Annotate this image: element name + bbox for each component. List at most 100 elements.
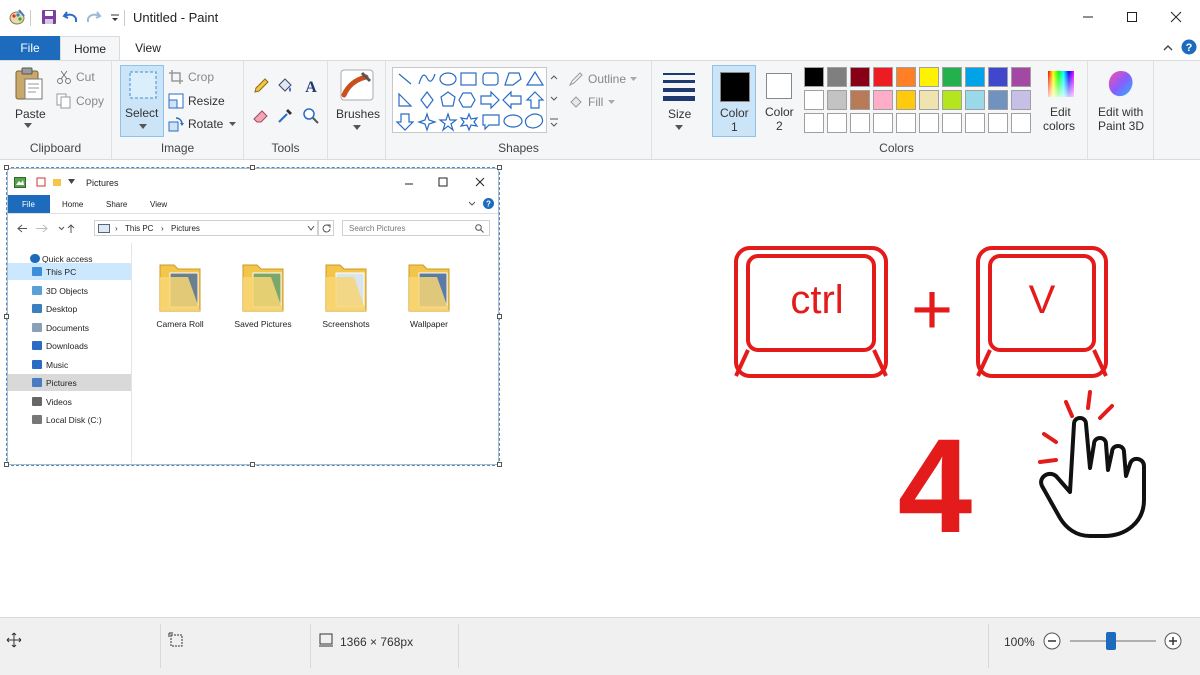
palette-swatch-empty[interactable] <box>919 113 939 133</box>
palette-swatch[interactable] <box>988 67 1008 87</box>
copy-icon <box>56 93 71 109</box>
maximize-button[interactable] <box>1120 8 1144 28</box>
palette-swatch-empty[interactable] <box>942 113 962 133</box>
zoom-in-icon[interactable] <box>1164 632 1182 650</box>
line-size-icon <box>663 73 695 101</box>
copy-button[interactable]: Copy <box>56 93 108 111</box>
color1-swatch <box>720 72 750 102</box>
palette-swatch-empty[interactable] <box>988 113 1008 133</box>
palette-swatch[interactable] <box>896 90 916 110</box>
tab-file[interactable]: File <box>0 36 60 60</box>
palette-swatch[interactable] <box>965 90 985 110</box>
palette-swatch-empty[interactable] <box>873 113 893 133</box>
customize-quick-access-icon[interactable] <box>106 8 124 26</box>
palette-swatch[interactable] <box>988 90 1008 110</box>
resize-handle-right[interactable] <box>497 314 502 319</box>
select-button[interactable]: Select <box>120 65 164 137</box>
help-icon[interactable]: ? <box>1181 39 1197 55</box>
palette-swatch[interactable] <box>804 90 824 110</box>
palette-swatch[interactable] <box>919 67 939 87</box>
paste-dropdown-icon[interactable] <box>24 123 32 129</box>
color1-button[interactable]: Color 1 <box>712 65 756 137</box>
outline-button[interactable]: Outline <box>568 71 648 89</box>
brushes-button[interactable]: Brushes <box>332 65 382 137</box>
palette-swatch[interactable] <box>896 67 916 87</box>
undo-icon[interactable] <box>62 8 80 26</box>
palette-swatch-empty[interactable] <box>896 113 916 133</box>
color2-swatch <box>766 73 792 99</box>
paint3d-group: Edit with Paint 3D <box>1088 61 1154 159</box>
fill-bucket-icon[interactable] <box>276 77 294 95</box>
copy-label: Copy <box>76 94 105 108</box>
palette-swatch[interactable] <box>942 67 962 87</box>
tab-home[interactable]: Home <box>60 36 120 60</box>
close-button[interactable] <box>1164 8 1188 28</box>
text-icon[interactable]: A <box>302 77 320 95</box>
zoom-slider-thumb[interactable] <box>1106 632 1116 650</box>
palette-swatch-empty[interactable] <box>850 113 870 133</box>
edit-with-paint3d-button[interactable]: Edit with Paint 3D <box>1092 65 1152 137</box>
palette-swatch[interactable] <box>1011 67 1031 87</box>
tools-group: A Tools <box>244 61 328 159</box>
palette-swatch[interactable] <box>827 90 847 110</box>
palette-swatch[interactable] <box>942 90 962 110</box>
magnifier-icon[interactable] <box>302 107 320 125</box>
rotate-button[interactable]: Rotate <box>168 116 240 134</box>
fill-button[interactable]: Fill <box>568 94 648 112</box>
palette-swatch-empty[interactable] <box>827 113 847 133</box>
resize-handle-bottom-right[interactable] <box>497 462 502 467</box>
edit-colors-label: Edit <box>1050 105 1071 119</box>
palette-swatch[interactable] <box>873 90 893 110</box>
palette-swatch[interactable] <box>850 67 870 87</box>
resize-handle-bottom-left[interactable] <box>4 462 9 467</box>
image-group: Select Crop Resize Rotate Image <box>112 61 244 159</box>
pencil-icon[interactable] <box>252 77 270 95</box>
resize-handle-top-left[interactable] <box>4 165 9 170</box>
palette-swatch[interactable] <box>965 67 985 87</box>
paint3d-icon <box>1108 71 1133 97</box>
rotate-label: Rotate <box>188 117 224 131</box>
color-picker-icon[interactable] <box>276 107 294 125</box>
color2-button[interactable]: Color 2 <box>758 65 802 137</box>
eraser-icon[interactable] <box>252 107 270 125</box>
resize-handle-left[interactable] <box>4 314 9 319</box>
save-icon[interactable] <box>40 8 58 26</box>
color-spectrum-icon <box>1048 71 1074 97</box>
size-button[interactable]: Size <box>656 65 702 137</box>
cut-button[interactable]: Cut <box>56 69 108 87</box>
palette-swatch-empty[interactable] <box>804 113 824 133</box>
zoom-out-icon[interactable] <box>1043 632 1061 650</box>
palette-swatch[interactable] <box>827 67 847 87</box>
shapes-gallery-icons <box>395 70 545 132</box>
palette-swatch[interactable] <box>804 67 824 87</box>
edit-colors-button[interactable]: Edit colors <box>1040 65 1084 137</box>
collapse-ribbon-icon[interactable] <box>1162 42 1174 54</box>
zoom-slider[interactable] <box>1070 632 1156 650</box>
resize-handle-top-right[interactable] <box>497 165 502 170</box>
palette-swatch[interactable] <box>850 90 870 110</box>
redo-icon[interactable] <box>84 8 102 26</box>
shapes-scroll[interactable] <box>546 67 560 133</box>
palette-swatch[interactable] <box>919 90 939 110</box>
palette-swatch[interactable] <box>873 67 893 87</box>
color1-label: Color <box>720 106 749 120</box>
crop-button[interactable]: Crop <box>168 69 240 87</box>
selection-rectangle[interactable] <box>6 167 500 466</box>
resize-handle-top[interactable] <box>250 165 255 170</box>
outline-dropdown-icon <box>630 77 637 81</box>
clipboard-group-label: Clipboard <box>29 141 82 155</box>
brushes-label: Brushes <box>336 107 381 121</box>
shapes-gallery[interactable] <box>392 67 560 133</box>
minimize-button[interactable] <box>1076 8 1100 28</box>
paste-icon <box>15 67 43 100</box>
palette-swatch-empty[interactable] <box>965 113 985 133</box>
palette-swatch-empty[interactable] <box>1011 113 1031 133</box>
resize-button[interactable]: Resize <box>168 93 240 111</box>
resize-handle-bottom[interactable] <box>250 462 255 467</box>
tab-view[interactable]: View <box>120 36 176 60</box>
palette-swatch[interactable] <box>1011 90 1031 110</box>
select-label: Select <box>125 106 159 120</box>
hand-pointer-icon <box>1039 416 1146 538</box>
paste-button[interactable]: Paste <box>6 65 52 131</box>
svg-text:?: ? <box>1186 42 1193 54</box>
